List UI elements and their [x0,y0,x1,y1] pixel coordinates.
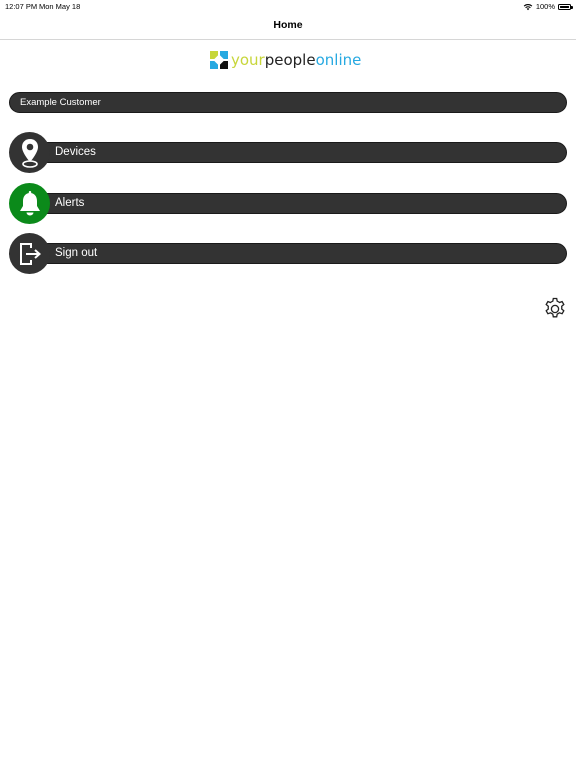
menu-bar [29,193,567,214]
menu-icon-circle [9,183,50,224]
logo-text-your: your [231,51,265,69]
settings-gear-icon[interactable] [543,297,567,321]
wifi-icon [523,3,533,10]
customer-name-bar: Example Customer [9,92,567,113]
app-logo: yourpeopleonline [210,50,361,70]
status-right: 100% [523,0,573,13]
navigation-bar: Home [0,13,576,40]
status-time: 12:07 PM [5,2,38,11]
menu-item-sign-out[interactable]: Sign out [9,233,567,275]
menu-bar [29,243,567,264]
status-bar: 12:07 PM Mon May 18 100% [0,0,576,13]
page-title: Home [273,19,303,31]
menu-item-devices[interactable]: Devices [9,132,567,174]
logo-text: yourpeopleonline [231,51,361,69]
menu-icon-circle [9,233,50,274]
sign-out-icon [19,242,41,265]
menu-item-alerts[interactable]: Alerts [9,183,567,225]
battery-percent: 100% [535,2,555,11]
menu-bar [29,142,567,163]
menu-label: Alerts [55,197,85,209]
menu-icon-circle [9,132,50,173]
logo-mark-icon [210,51,228,69]
menu-label: Devices [55,146,96,158]
status-date: Mon May 18 [39,2,81,11]
bell-icon [19,190,40,215]
customer-name: Example Customer [20,97,101,108]
battery-icon [558,3,573,10]
logo-text-online: online [315,51,362,69]
menu-label: Sign out [55,247,98,259]
location-pin-icon [21,138,38,168]
logo-text-people: people [264,51,316,69]
